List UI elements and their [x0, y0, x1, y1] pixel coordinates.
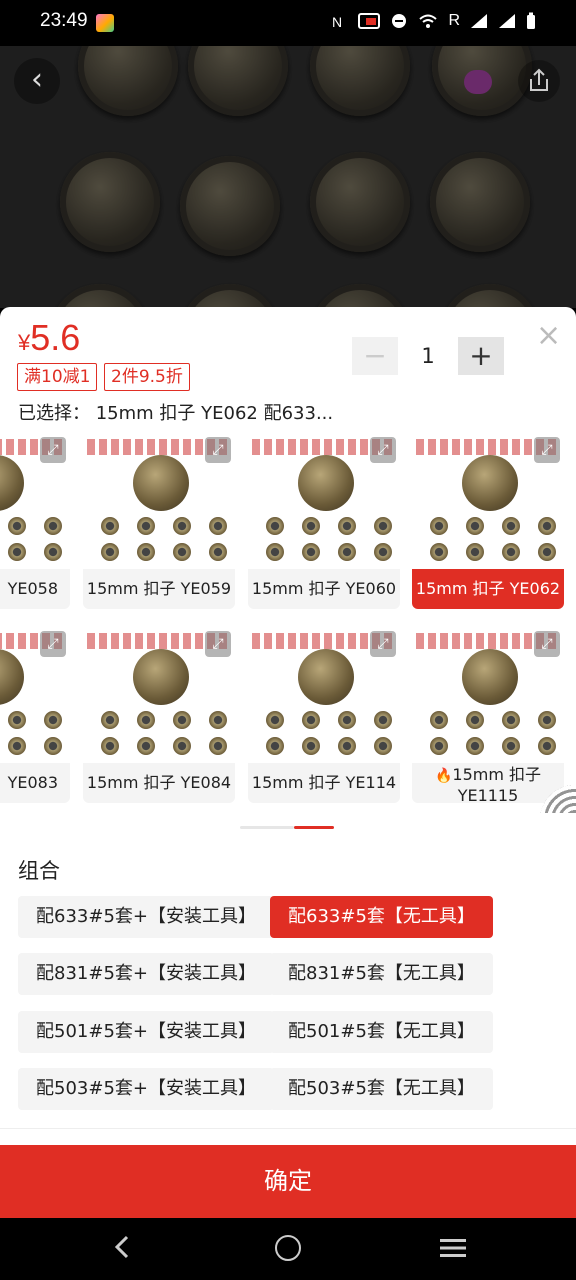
variant-card-selected[interactable]: ⤢ 15mm 扣子 YE062	[412, 433, 564, 609]
variant-label-line1: 15mm 扣子	[452, 765, 542, 784]
expand-icon[interactable]: ⤢	[370, 437, 396, 463]
combo-option[interactable]: 配503#5套+【安装工具】	[18, 1068, 274, 1110]
price-value: 5.6	[30, 317, 81, 358]
combo-option-selected[interactable]: 配633#5套【无工具】	[270, 896, 493, 938]
variant-image: ⤢	[83, 627, 235, 763]
quantity-value[interactable]: 1	[398, 337, 458, 375]
nav-home-icon[interactable]	[275, 1235, 301, 1261]
product-image: ‹	[0, 46, 576, 308]
variant-label: 🔥15mm 扣子 YE1115	[412, 763, 564, 803]
back-icon: ‹	[31, 62, 43, 97]
increase-button[interactable]: +	[458, 337, 504, 375]
fire-icon: 🔥	[434, 768, 453, 784]
page-dot	[240, 826, 294, 829]
variant-card[interactable]: ⤢ 🔥15mm 扣子 YE1115	[412, 627, 564, 803]
variant-card[interactable]: ⤢ YE083	[0, 627, 70, 803]
cast-icon	[358, 13, 381, 29]
variant-image: ⤢	[412, 627, 564, 763]
battery-icon	[527, 12, 535, 29]
page-dot-active	[294, 826, 334, 829]
variant-label-line2: YE1115	[457, 786, 519, 803]
variant-card[interactable]: ⤢ 15mm 扣子 YE060	[248, 433, 400, 609]
back-button[interactable]: ‹	[14, 58, 60, 104]
promo-tag: 2件9.5折	[104, 363, 190, 391]
quantity-stepper: − 1 +	[352, 337, 504, 375]
nfc-icon: N	[332, 14, 342, 29]
system-nav-bar	[0, 1218, 576, 1280]
share-button[interactable]	[518, 60, 560, 102]
combo-title: 组合	[18, 859, 60, 883]
app-notification-icon	[96, 14, 114, 32]
combo-option[interactable]: 配831#5套+【安装工具】	[18, 953, 274, 995]
combo-option[interactable]: 配633#5套+【安装工具】	[18, 896, 274, 938]
expand-icon[interactable]: ⤢	[534, 631, 560, 657]
price: ¥5.6	[18, 317, 80, 359]
page-indicator	[240, 826, 336, 830]
close-icon[interactable]: ×	[536, 321, 561, 351]
expand-icon[interactable]: ⤢	[534, 437, 560, 463]
combo-option[interactable]: 配831#5套【无工具】	[270, 953, 493, 995]
variant-image: ⤢	[0, 627, 70, 763]
wifi-icon	[419, 14, 438, 28]
status-icons: N R	[330, 12, 536, 30]
variant-image: ⤢	[248, 433, 400, 569]
decrease-button[interactable]: −	[352, 337, 398, 375]
dnd-icon	[392, 14, 407, 28]
variant-image: ⤢	[0, 433, 70, 569]
svg-text:N: N	[332, 14, 342, 29]
signal-icon-2	[499, 14, 515, 28]
selected-summary: 已选择： 15mm 扣子 YE062 配633...	[18, 403, 334, 424]
variant-label: YE083	[0, 763, 70, 803]
expand-icon[interactable]: ⤢	[40, 437, 66, 463]
variant-card[interactable]: ⤢ 15mm 扣子 YE114	[248, 627, 400, 803]
sku-selector-sheet: ¥5.6 × 满10减1 2件9.5折 − 1 + 已选择： 15mm 扣子 Y…	[0, 307, 576, 1145]
variant-label: YE058	[0, 569, 70, 609]
combo-option[interactable]: 配503#5套【无工具】	[270, 1068, 493, 1110]
promo-tag: 满10减1	[17, 363, 98, 391]
combo-option[interactable]: 配501#5套【无工具】	[270, 1011, 493, 1053]
variant-image: ⤢	[83, 433, 235, 569]
expand-icon[interactable]: ⤢	[40, 631, 66, 657]
combo-option[interactable]: 配501#5套+【安装工具】	[18, 1011, 274, 1053]
variant-image: ⤢	[412, 433, 564, 569]
variant-label: 15mm 扣子 YE114	[248, 763, 400, 803]
confirm-button[interactable]: 确定	[0, 1145, 576, 1218]
variant-card[interactable]: ⤢ 15mm 扣子 YE059	[83, 433, 235, 609]
variant-label: 15mm 扣子 YE059	[83, 569, 235, 609]
status-bar: 23:49 N R	[0, 0, 576, 46]
variant-card[interactable]: ⤢ YE058	[0, 433, 70, 609]
divider	[0, 1128, 576, 1129]
status-time: 23:49	[40, 10, 88, 31]
share-icon	[530, 68, 548, 91]
roaming-indicator: R	[448, 12, 460, 29]
variant-label: 15mm 扣子 YE060	[248, 569, 400, 609]
signal-icon	[471, 14, 487, 28]
variant-image: ⤢	[248, 627, 400, 763]
expand-icon[interactable]: ⤢	[205, 631, 231, 657]
nav-menu-icon[interactable]	[440, 1238, 466, 1258]
variant-card[interactable]: ⤢ 15mm 扣子 YE084	[83, 627, 235, 803]
variant-grid: ⤢ YE058 ⤢ 15mm 扣子 YE059 ⤢ 15mm 扣子 YE060 …	[0, 433, 576, 813]
variant-label: 15mm 扣子 YE062	[412, 569, 564, 609]
variant-label: 15mm 扣子 YE084	[83, 763, 235, 803]
price-currency: ¥	[18, 330, 31, 355]
favorite-icon[interactable]	[464, 70, 492, 94]
expand-icon[interactable]: ⤢	[370, 631, 396, 657]
expand-icon[interactable]: ⤢	[205, 437, 231, 463]
nav-back-icon[interactable]	[108, 1232, 138, 1262]
